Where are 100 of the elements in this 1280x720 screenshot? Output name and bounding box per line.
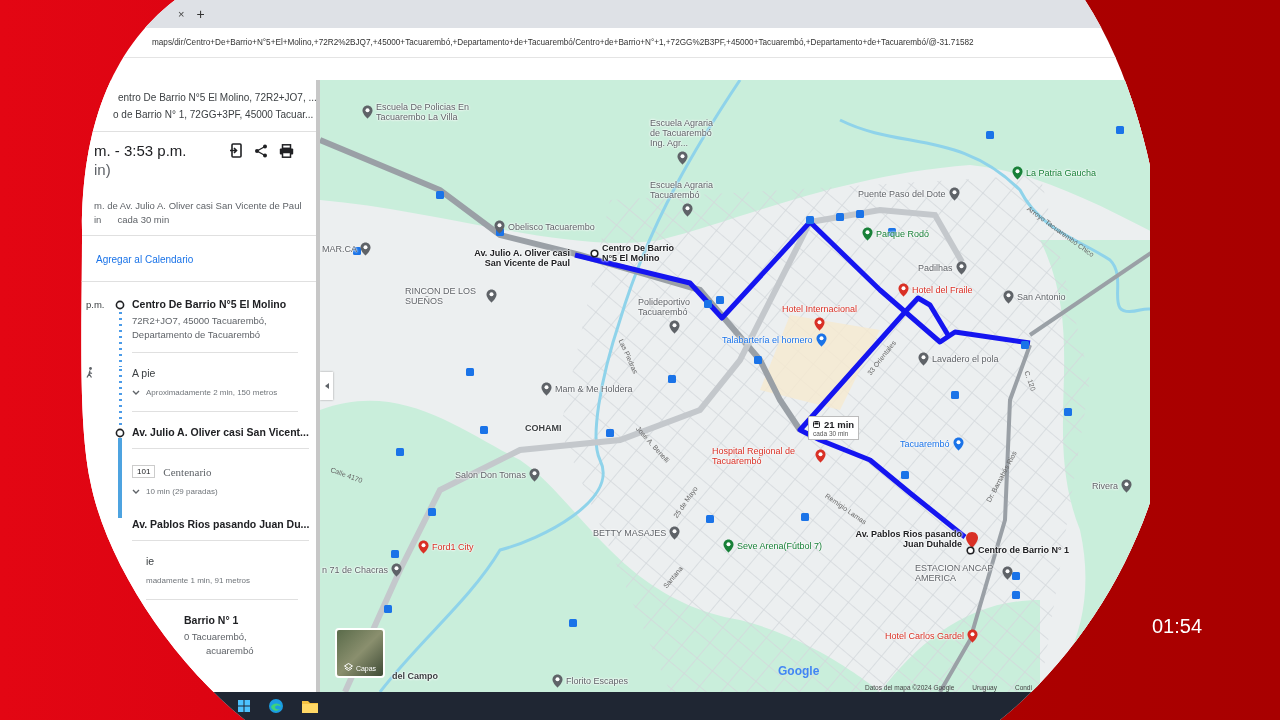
map-pin-icon[interactable] [676, 151, 688, 165]
map-pin-icon[interactable] [360, 242, 371, 256]
map-pin-icon[interactable] [552, 674, 563, 688]
windows-start-icon[interactable] [238, 700, 250, 712]
map-label[interactable]: Hotel Carlos Gardel [885, 631, 965, 641]
walk-detail: madamente 1 min, 91 metros [146, 576, 251, 585]
map-label[interactable]: La Patria Gaucha [1026, 168, 1097, 178]
stop-address: 0 Tacuarembó, [184, 630, 247, 644]
share-icon[interactable] [254, 143, 268, 158]
map-label[interactable]: Polideportivo Tacuarembó [638, 297, 710, 317]
print-icon[interactable] [279, 143, 294, 158]
step-time: p.m. [86, 299, 105, 310]
trip-duration: in) [94, 161, 111, 178]
map-label[interactable]: Rivera [1092, 481, 1118, 491]
map-label[interactable]: Tacuarembó [900, 439, 950, 449]
map-label[interactable]: Av. Julio A. Oliver casi San Vicente de Paul [462, 248, 570, 268]
map-pin-icon[interactable] [486, 289, 497, 303]
map-label[interactable]: Centro De Barrio N°5 El Molino [602, 243, 686, 263]
map-pin-icon[interactable] [362, 105, 373, 119]
chevron-down-icon[interactable] [132, 488, 140, 495]
map-label[interactable]: Obelisco Tacuarembo [508, 222, 595, 232]
walk-label: ie [146, 555, 155, 567]
map-pin-icon[interactable] [669, 526, 681, 540]
map-label[interactable]: Talabartería el hornero [722, 335, 813, 345]
duration-text: 21 min [824, 419, 855, 430]
map-pin-icon[interactable] [815, 449, 826, 463]
map-label[interactable]: RINCON DE LOS SUEÑOS [405, 286, 483, 306]
chevron-down-icon[interactable] [132, 389, 140, 396]
walk-label: A pie [132, 367, 156, 379]
map-label[interactable]: San Antonio [1017, 292, 1066, 302]
map-label[interactable]: del Campo [392, 671, 438, 681]
departure-text: m. de Av. Julio A. Oliver casi San Vicente de Paul [94, 200, 302, 211]
map-label[interactable]: Lavadero el pola [932, 354, 999, 364]
walking-person-icon [86, 367, 94, 378]
map-pin-icon[interactable] [528, 468, 540, 482]
collapse-panel-button[interactable] [320, 372, 333, 400]
map-label[interactable]: Centro de Barrio N° 1 [978, 545, 1070, 555]
map-label[interactable]: Seve Arena(Fútbol 7) [737, 541, 823, 551]
map-pin-icon[interactable] [391, 563, 403, 577]
map-label[interactable]: Escuela Agraria de Tacuarembó Ing. Agr... [650, 118, 714, 148]
map-label[interactable]: Salon Don Tomas [455, 470, 526, 480]
map-pin-icon[interactable] [541, 382, 552, 396]
map-label[interactable]: Ford1 City [432, 542, 474, 552]
map-pin-icon[interactable] [815, 333, 827, 347]
map-pin-icon[interactable] [918, 352, 929, 366]
map-label[interactable]: Hotel del Fraile [912, 285, 973, 295]
stop-circle-icon [966, 545, 975, 555]
destination-marker-icon [966, 532, 978, 548]
map-label[interactable]: COHAMI [525, 423, 562, 433]
address-bar-url[interactable]: maps/dir/Centro+De+Barrio+N°5+El+Molino,+72R2%2BJQ7,+45000+Tacuarembó,+Departamento+de+Tacuarembó/Centro+de+Barrio+N°+1,+72GG%2B3PF,+45000+Tacuarembó,+Departamento+de+Tacuarembó/@-31.71582 [152, 38, 974, 47]
map-pin-icon[interactable] [862, 227, 873, 241]
map-pin-icon[interactable] [814, 317, 825, 331]
folder-icon[interactable] [302, 699, 318, 713]
browser-icon[interactable] [268, 698, 284, 714]
stop-name[interactable]: Centro De Barrio N°5 El Molino [132, 298, 287, 310]
stop-name[interactable]: Barrio N° 1 [184, 614, 239, 626]
bus-line-name: Centenario [163, 465, 212, 478]
ride-detail: 10 min (29 paradas) [146, 487, 218, 496]
map-pin-icon[interactable] [668, 320, 680, 334]
route-endpoint-text[interactable]: o de Barrio N° 1, 72GG+3PF, 45000 Tacuar... [113, 106, 314, 123]
route-endpoint-text[interactable]: entro De Barrio N°5 El Molino, 72R2+JO7, ... [118, 89, 317, 106]
map-label[interactable]: n 71 de Chacras [322, 565, 389, 575]
trip-times: m. - 3:53 p.m. [94, 142, 187, 159]
map-label[interactable]: Florito Escapes [566, 676, 629, 686]
stop-circle-icon [115, 300, 125, 310]
map-label[interactable]: Escuela De Policias En Tacuarembo La Villa [376, 102, 516, 122]
stop-circle-icon [115, 428, 125, 438]
stop-circle-icon [590, 248, 599, 258]
map-pin-icon[interactable] [948, 187, 960, 201]
caret-left-icon [324, 383, 329, 389]
stop-name[interactable]: Av. Julio A. Oliver casi San Vicent... [132, 426, 309, 438]
add-to-calendar-link[interactable]: Agregar al Calendario [96, 254, 194, 265]
stop-address: acuarembó [205, 644, 254, 658]
new-tab-button[interactable]: + [196, 6, 205, 22]
map-logo: Google [778, 664, 820, 678]
map-pin-icon[interactable] [418, 540, 429, 554]
map-pin-icon[interactable] [681, 203, 693, 217]
map-label[interactable]: Escuela Agraria Tacuarembó [650, 180, 724, 200]
map-pin-icon[interactable] [1003, 290, 1014, 304]
map-pin-icon[interactable] [898, 283, 909, 297]
send-to-phone-icon[interactable] [230, 143, 243, 158]
map-pin-icon[interactable] [967, 629, 979, 643]
map-pin-icon[interactable] [494, 220, 505, 234]
map-pin-icon[interactable] [1002, 566, 1013, 580]
map-pin-icon[interactable] [723, 539, 734, 553]
close-tab-button[interactable]: × [178, 8, 185, 20]
map-label[interactable]: BETTY MASAJES [593, 528, 667, 538]
broadcast-clock: 01:54 [1152, 615, 1203, 638]
stop-address: 72R2+JO7, 45000 Tacuarembó, [132, 314, 267, 328]
map-pin-icon[interactable] [1121, 479, 1132, 493]
map-label[interactable]: Hotel Internacional [782, 304, 858, 314]
stop-name[interactable]: Av. Pablos Rios pasando Juan Du... [132, 518, 310, 530]
map-pin-icon[interactable] [955, 261, 967, 275]
departure-text: in [94, 214, 102, 225]
map-label[interactable]: Padilhas [918, 263, 953, 273]
map-pin-icon[interactable] [1012, 166, 1023, 180]
map-label[interactable]: Parque Rodó [876, 229, 930, 239]
map-pin-icon[interactable] [952, 437, 964, 451]
map-label[interactable]: Hospital Regional de Tacuarembó [712, 446, 812, 466]
map-label[interactable]: Puente Paso del Dote [858, 189, 946, 199]
